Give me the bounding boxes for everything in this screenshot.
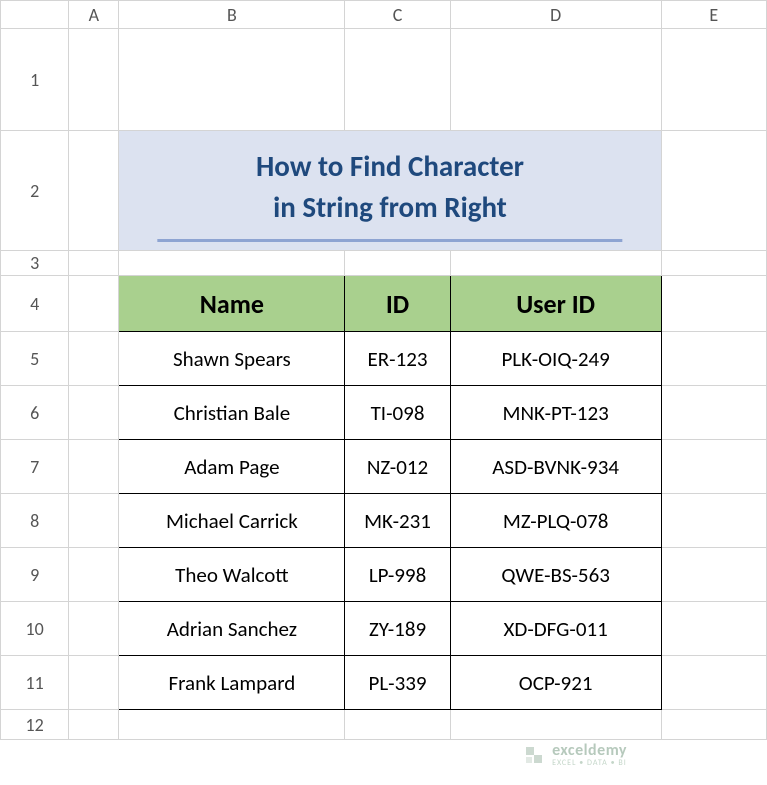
col-header-D[interactable]: D bbox=[450, 1, 661, 29]
cell-A6[interactable] bbox=[69, 386, 119, 440]
cell-A1[interactable] bbox=[69, 29, 119, 131]
col-header-C[interactable]: C bbox=[345, 1, 450, 29]
row-header-3[interactable]: 3 bbox=[1, 251, 69, 276]
cell-E1[interactable] bbox=[661, 29, 766, 131]
table-cell[interactable]: MZ-PLQ-078 bbox=[450, 494, 661, 548]
cell-E7[interactable] bbox=[661, 440, 766, 494]
col-header-B[interactable]: B bbox=[119, 1, 345, 29]
cell-E3[interactable] bbox=[661, 251, 766, 276]
table-cell[interactable]: Shawn Spears bbox=[119, 332, 345, 386]
row-header-5[interactable]: 5 bbox=[1, 332, 69, 386]
watermark: exceldemy EXCEL • DATA • BI bbox=[522, 743, 627, 767]
cell-E2[interactable] bbox=[661, 131, 766, 251]
row-header-11[interactable]: 11 bbox=[1, 656, 69, 710]
table-cell[interactable]: Michael Carrick bbox=[119, 494, 345, 548]
cell-D12[interactable] bbox=[450, 710, 661, 740]
table-cell[interactable]: MNK-PT-123 bbox=[450, 386, 661, 440]
col-header-E[interactable]: E bbox=[661, 1, 766, 29]
table-cell[interactable]: Christian Bale bbox=[119, 386, 345, 440]
cell-A11[interactable] bbox=[69, 656, 119, 710]
table-cell[interactable]: TI-098 bbox=[345, 386, 450, 440]
row-header-9[interactable]: 9 bbox=[1, 548, 69, 602]
table-cell[interactable]: ER-123 bbox=[345, 332, 450, 386]
cell-C12[interactable] bbox=[345, 710, 450, 740]
table-cell[interactable]: LP-998 bbox=[345, 548, 450, 602]
cell-B3[interactable] bbox=[119, 251, 345, 276]
cell-A10[interactable] bbox=[69, 602, 119, 656]
cell-B12[interactable] bbox=[119, 710, 345, 740]
watermark-brand: exceldemy bbox=[552, 743, 627, 759]
select-all-corner[interactable] bbox=[1, 1, 69, 29]
table-cell[interactable]: Theo Walcott bbox=[119, 548, 345, 602]
spreadsheet-grid: A B C D E 1 2 How to Find Character in S… bbox=[0, 0, 767, 740]
cell-E8[interactable] bbox=[661, 494, 766, 548]
row-header-1[interactable]: 1 bbox=[1, 29, 69, 131]
table-cell[interactable]: ASD-BVNK-934 bbox=[450, 440, 661, 494]
cell-E4[interactable] bbox=[661, 276, 766, 332]
table-cell[interactable]: PL-339 bbox=[345, 656, 450, 710]
watermark-sub: EXCEL • DATA • BI bbox=[552, 759, 627, 767]
row-header-10[interactable]: 10 bbox=[1, 602, 69, 656]
table-header-id[interactable]: ID bbox=[345, 276, 450, 332]
col-header-A[interactable]: A bbox=[69, 1, 119, 29]
title-underline bbox=[157, 239, 622, 242]
row-header-8[interactable]: 8 bbox=[1, 494, 69, 548]
cell-A8[interactable] bbox=[69, 494, 119, 548]
title-line1: How to Find Character bbox=[256, 148, 524, 184]
row-header-4[interactable]: 4 bbox=[1, 276, 69, 332]
table-cell[interactable]: Adam Page bbox=[119, 440, 345, 494]
title-cell[interactable]: How to Find Character in String from Rig… bbox=[119, 131, 661, 251]
cell-A5[interactable] bbox=[69, 332, 119, 386]
table-cell[interactable]: XD-DFG-011 bbox=[450, 602, 661, 656]
table-cell[interactable]: MK-231 bbox=[345, 494, 450, 548]
cell-D1[interactable] bbox=[450, 29, 661, 131]
title-line2: in String from Right bbox=[273, 189, 507, 225]
cell-A7[interactable] bbox=[69, 440, 119, 494]
table-cell[interactable]: Frank Lampard bbox=[119, 656, 345, 710]
table-cell[interactable]: QWE-BS-563 bbox=[450, 548, 661, 602]
table-cell[interactable]: ZY-189 bbox=[345, 602, 450, 656]
cell-E11[interactable] bbox=[661, 656, 766, 710]
cell-A3[interactable] bbox=[69, 251, 119, 276]
cell-E10[interactable] bbox=[661, 602, 766, 656]
cell-A2[interactable] bbox=[69, 131, 119, 251]
cell-A9[interactable] bbox=[69, 548, 119, 602]
table-header-userid[interactable]: User ID bbox=[450, 276, 661, 332]
cell-E9[interactable] bbox=[661, 548, 766, 602]
table-cell[interactable]: Adrian Sanchez bbox=[119, 602, 345, 656]
row-header-6[interactable]: 6 bbox=[1, 386, 69, 440]
cell-E6[interactable] bbox=[661, 386, 766, 440]
cell-D3[interactable] bbox=[450, 251, 661, 276]
cell-A12[interactable] bbox=[69, 710, 119, 740]
cell-C1[interactable] bbox=[345, 29, 450, 131]
row-header-7[interactable]: 7 bbox=[1, 440, 69, 494]
cell-E5[interactable] bbox=[661, 332, 766, 386]
table-cell[interactable]: NZ-012 bbox=[345, 440, 450, 494]
table-header-name[interactable]: Name bbox=[119, 276, 345, 332]
table-cell[interactable]: OCP-921 bbox=[450, 656, 661, 710]
cell-E12[interactable] bbox=[661, 710, 766, 740]
cell-B1[interactable] bbox=[119, 29, 345, 131]
row-header-12[interactable]: 12 bbox=[1, 710, 69, 740]
watermark-logo-icon bbox=[522, 743, 546, 767]
table-cell[interactable]: PLK-OIQ-249 bbox=[450, 332, 661, 386]
row-header-2[interactable]: 2 bbox=[1, 131, 69, 251]
cell-A4[interactable] bbox=[69, 276, 119, 332]
cell-C3[interactable] bbox=[345, 251, 450, 276]
